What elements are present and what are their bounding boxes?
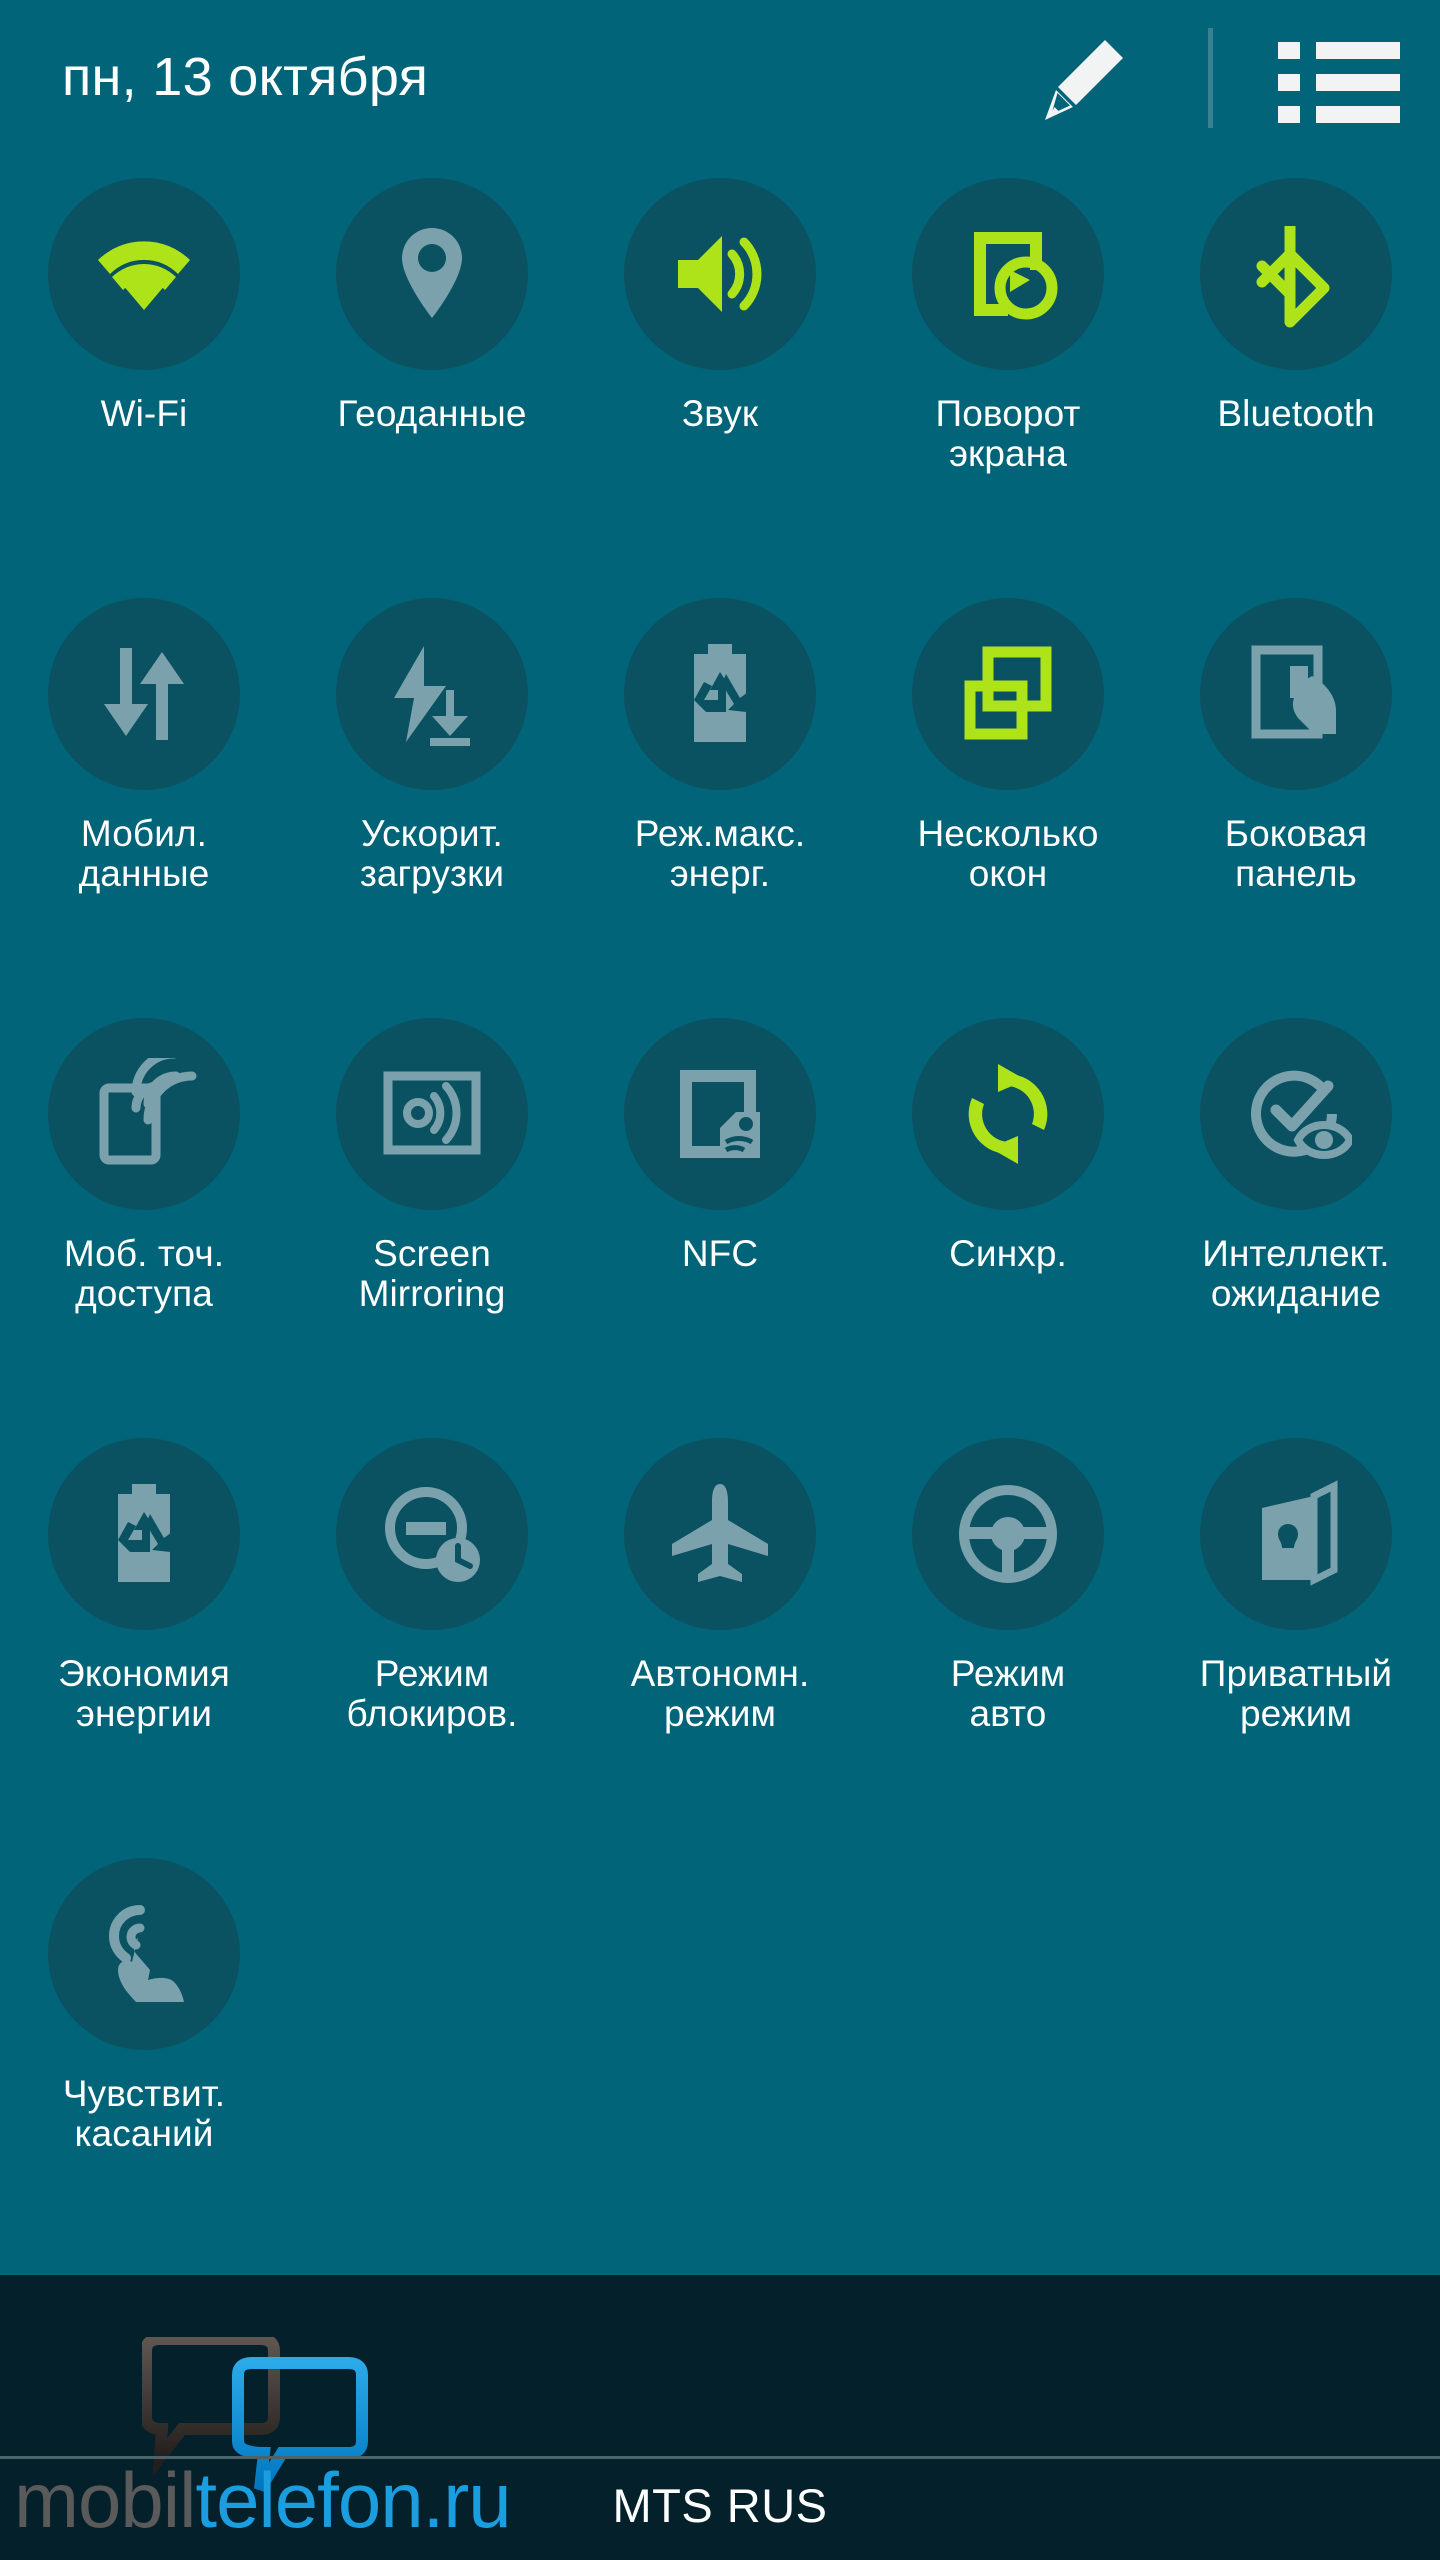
tile-side-panel[interactable]: Боковая панель: [1152, 598, 1440, 1018]
tile-icon-background: [624, 1018, 816, 1210]
data-arrows-icon: [88, 638, 200, 750]
pencil-icon: [1035, 40, 1131, 132]
screen-rotation-icon: [952, 218, 1064, 330]
private-lock-icon: [1240, 1478, 1352, 1590]
quick-settings-tile-grid: Wi-Fi Геоданные Звук Поворот экрана Bluetoot…: [0, 178, 1440, 2278]
tile-smart-stay[interactable]: Интеллект. ожидание: [1152, 1018, 1440, 1438]
hotspot-icon: [88, 1058, 200, 1170]
edit-button[interactable]: [1035, 32, 1131, 128]
tile-label: Автономн. режим: [630, 1653, 810, 1734]
side-panel-hand-icon: [1240, 638, 1352, 750]
tile-label: Screen Mirroring: [358, 1233, 506, 1314]
tile-label: Чувствит. касаний: [62, 2073, 226, 2154]
speaker-icon: [664, 218, 776, 330]
tile-icon-background: [912, 178, 1104, 370]
tile-power-saving[interactable]: Экономия энергии: [0, 1438, 288, 1858]
tile-label: Ускорит. загрузки: [359, 813, 505, 894]
tile-label: Экономия энергии: [58, 1653, 230, 1734]
quick-settings-screen: пн, 13 октября Wi-Fi Геоданные Звук Пово…: [0, 0, 1440, 2560]
tile-label: Bluetooth: [1217, 393, 1375, 434]
tile-label: Звук: [681, 393, 759, 434]
blocking-clock-icon: [376, 1478, 488, 1590]
tile-label: Несколько окон: [917, 813, 1099, 894]
tile-icon-background: [624, 1438, 816, 1630]
tile-label: Режим блокиров.: [346, 1653, 518, 1734]
tile-label: Интеллект. ожидание: [1202, 1233, 1390, 1314]
list-button[interactable]: [1278, 38, 1400, 123]
tile-icon-background: [624, 178, 816, 370]
tile-label: Реж.макс. энерг.: [634, 813, 806, 894]
tile-download-booster[interactable]: Ускорит. загрузки: [288, 598, 576, 1018]
tile-icon-background: [912, 598, 1104, 790]
tile-icon-background: [1200, 178, 1392, 370]
tile-label: Синхр.: [949, 1233, 1067, 1274]
tile-screen-rotation[interactable]: Поворот экрана: [864, 178, 1152, 598]
tile-label: Боковая панель: [1224, 813, 1368, 894]
quick-settings-panel: пн, 13 октября Wi-Fi Геоданные Звук Пово…: [0, 0, 1440, 2275]
header-divider: [1208, 28, 1213, 128]
tile-screen-mirroring[interactable]: Screen Mirroring: [288, 1018, 576, 1438]
bluetooth-icon: [1240, 218, 1352, 330]
tile-multi-window[interactable]: Несколько окон: [864, 598, 1152, 1018]
tile-airplane-mode[interactable]: Автономн. режим: [576, 1438, 864, 1858]
tile-sound[interactable]: Звук: [576, 178, 864, 598]
tile-icon-background: [48, 1018, 240, 1210]
tile-label: Поворот экрана: [935, 393, 1081, 474]
tile-icon-background: [1200, 1018, 1392, 1210]
tile-icon-background: [48, 1438, 240, 1630]
carrier-label: MTS RUS: [612, 2479, 828, 2532]
bottom-strip: mobiltelefon.ru MTS RUS: [0, 2275, 1440, 2560]
tile-label: Приватный режим: [1199, 1653, 1393, 1734]
tile-label: Wi-Fi: [100, 393, 188, 434]
tile-label: Мобил. данные: [78, 813, 210, 894]
tile-bluetooth[interactable]: Bluetooth: [1152, 178, 1440, 598]
tile-icon-background: [48, 1858, 240, 2050]
date-label: пн, 13 октября: [62, 47, 429, 107]
smart-stay-eye-icon: [1240, 1058, 1352, 1170]
tile-blocking-mode[interactable]: Режим блокиров.: [288, 1438, 576, 1858]
nfc-icon: [664, 1058, 776, 1170]
airplane-icon: [664, 1478, 776, 1590]
tile-nfc[interactable]: NFC: [576, 1018, 864, 1438]
tile-ultra-power-save[interactable]: Реж.макс. энерг.: [576, 598, 864, 1018]
tile-icon-background: [912, 1018, 1104, 1210]
wifi-icon: [88, 218, 200, 330]
steering-wheel-icon: [952, 1478, 1064, 1590]
tile-label: NFC: [681, 1233, 759, 1274]
location-pin-icon: [376, 218, 488, 330]
tile-icon-background: [336, 178, 528, 370]
sync-icon: [952, 1058, 1064, 1170]
tile-sync[interactable]: Синхр.: [864, 1018, 1152, 1438]
multi-window-icon: [952, 638, 1064, 750]
tile-mobile-data[interactable]: Мобил. данные: [0, 598, 288, 1018]
tile-label: Геоданные: [337, 393, 527, 434]
battery-recycle-icon: [664, 638, 776, 750]
battery-recycle-icon: [88, 1478, 200, 1590]
tile-icon-background: [624, 598, 816, 790]
tile-wifi[interactable]: Wi-Fi: [0, 178, 288, 598]
tile-icon-background: [1200, 598, 1392, 790]
tile-car-mode[interactable]: Режим авто: [864, 1438, 1152, 1858]
tile-icon-background: [912, 1438, 1104, 1630]
touch-hand-icon: [88, 1898, 200, 2010]
panel-header: пн, 13 октября: [0, 0, 1440, 160]
strip-divider: [0, 2456, 1440, 2459]
tile-mobile-hotspot[interactable]: Моб. точ. доступа: [0, 1018, 288, 1438]
tile-icon-background: [336, 598, 528, 790]
tile-location[interactable]: Геоданные: [288, 178, 576, 598]
tile-icon-background: [1200, 1438, 1392, 1630]
bolt-download-icon: [376, 638, 488, 750]
tile-touch-sensitivity[interactable]: Чувствит. касаний: [0, 1858, 288, 2278]
tile-label: Режим авто: [950, 1653, 1066, 1734]
tile-label: Моб. точ. доступа: [63, 1233, 225, 1314]
tile-icon-background: [48, 178, 240, 370]
tile-icon-background: [48, 598, 240, 790]
tile-private-mode[interactable]: Приватный режим: [1152, 1438, 1440, 1858]
tile-icon-background: [336, 1438, 528, 1630]
tile-icon-background: [336, 1018, 528, 1210]
screen-mirroring-icon: [376, 1058, 488, 1170]
